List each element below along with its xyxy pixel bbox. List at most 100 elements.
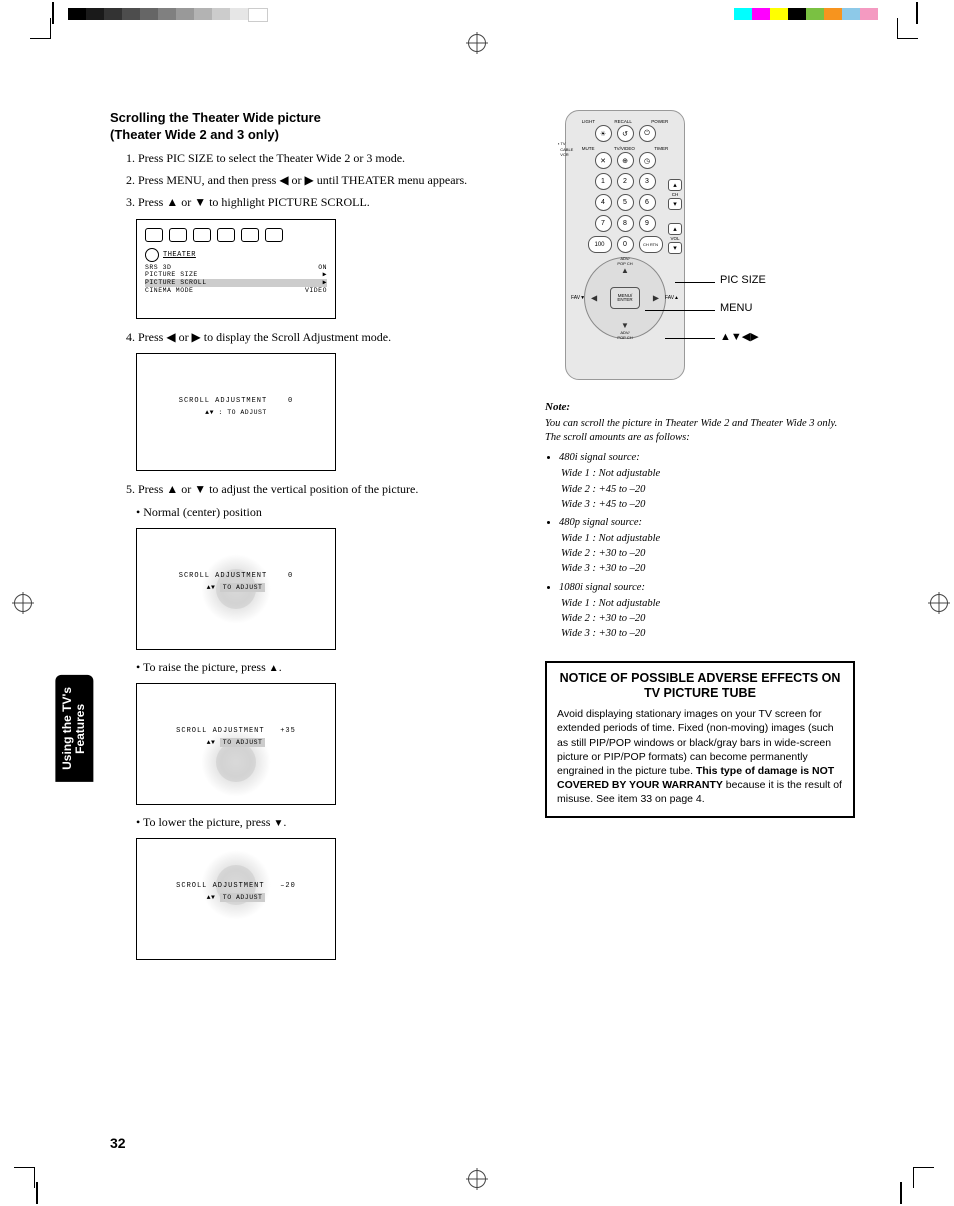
step-1: Press PIC SIZE to select the Theater Wid…	[138, 150, 505, 166]
osd-adjust-label: TO ADJUST	[220, 893, 266, 902]
vbar	[52, 2, 54, 24]
notice-title: NOTICE OF POSSIBLE ADVERSE EFFECTS ON TV…	[547, 663, 853, 707]
note-row: Wide 1 : Not adjustable	[561, 597, 855, 611]
num-0: 0	[617, 236, 634, 253]
crop-mark	[897, 18, 918, 39]
bullet-lower: • To lower the picture, press ▼.	[136, 815, 505, 830]
pointer-line	[645, 310, 715, 311]
osd-scroll-label: SCROLL ADJUSTMENT	[176, 882, 264, 890]
num-7: 7	[595, 215, 612, 232]
pointer-menu: MENU	[720, 302, 752, 314]
osd-adjust-label: TO ADJUST	[220, 738, 266, 747]
arrow-ud-icon: ▲▼	[205, 409, 214, 416]
note-480p: 480p signal source:	[559, 517, 642, 528]
menu-enter-button: MENU/ ENTER	[610, 287, 640, 309]
pointer-picsize: PIC SIZE	[720, 274, 766, 286]
vbar	[900, 1182, 902, 1204]
power-button: ⏻	[639, 125, 656, 142]
note-title: Note:	[545, 400, 855, 415]
note-row: Wide 1 : Not adjustable	[561, 532, 855, 546]
pointer-line	[675, 282, 715, 283]
remote-diagram: ▪ TV CABLE VCR LIGHTRECALLPOWER ☀↺⏻ MUTE…	[565, 110, 685, 380]
tab-line1: Using the TV's	[60, 687, 74, 770]
notice-body: Avoid displaying stationary images on yo…	[547, 707, 853, 816]
osd-cinema: CINEMA MODE	[145, 287, 193, 295]
section-title-1: Scrolling the Theater Wide picture	[110, 110, 505, 125]
page-number: 32	[110, 1135, 126, 1151]
color-bar-left	[68, 8, 268, 20]
arrow-ud-icon: ▲▼	[207, 739, 216, 746]
osd-picsize: PICTURE SIZE	[145, 271, 198, 279]
num-5: 5	[617, 194, 634, 211]
ch-rocker: ▴CH▾	[668, 179, 682, 210]
num-100: 100	[588, 236, 612, 253]
osd-val: +35	[280, 727, 296, 735]
mute-button: ✕	[595, 152, 612, 169]
osd-adjust-label: TO ADJUST	[220, 583, 266, 592]
timer-button: ◷	[639, 152, 656, 169]
num-8: 8	[617, 215, 634, 232]
osd-scroll-35: SCROLL ADJUSTMENT +35 ▲▼ TO ADJUST	[136, 683, 336, 805]
osd-scroll-label: SCROLL ADJUSTMENT	[179, 397, 267, 405]
note-row: Wide 3 : +30 to –20	[561, 562, 855, 576]
osd-val: 0	[288, 572, 293, 580]
step-2: Press MENU, and then press ◀ or ▶ until …	[138, 172, 505, 188]
recall-button: ↺	[617, 125, 634, 142]
osd-scroll-label: SCROLL ADJUSTMENT	[179, 572, 267, 580]
note-480i: 480i signal source:	[559, 452, 640, 463]
dpad: ADV/ POP CH ▲ ▼ ◀ ▶ FAV▼ FAV▲ MENU/ ENTE…	[584, 257, 666, 339]
light-button: ☀	[595, 125, 612, 142]
num-2: 2	[617, 173, 634, 190]
osd-val: 0	[288, 397, 293, 405]
note-1080i: 1080i signal source:	[559, 582, 645, 593]
note-row: Wide 2 : +30 to –20	[561, 612, 855, 626]
num-9: 9	[639, 215, 656, 232]
device-switch: ▪ TV CABLE VCR	[558, 141, 573, 158]
num-4: 4	[595, 194, 612, 211]
step-5: Press ▲ or ▼ to adjust the vertical posi…	[138, 481, 505, 497]
osd-adjust-label: : TO ADJUST	[218, 409, 266, 416]
step-4: Press ◀ or ▶ to display the Scroll Adjus…	[138, 329, 505, 345]
note-row: Wide 3 : +30 to –20	[561, 627, 855, 641]
note-row: Wide 2 : +30 to –20	[561, 547, 855, 561]
note-row: Wide 2 : +45 to –20	[561, 483, 855, 497]
osd-val: –20	[280, 882, 296, 890]
osd-scroll-m20: SCROLL ADJUSTMENT –20 ▲▼ TO ADJUST	[136, 838, 336, 960]
arrow-ud-icon: ▲▼	[207, 584, 216, 591]
crop-mark	[913, 1167, 934, 1188]
osd-picscroll: PICTURE SCROLL	[145, 279, 207, 287]
bullet-normal: • Normal (center) position	[136, 505, 505, 520]
bullet-raise: • To raise the picture, press ▲.	[136, 660, 505, 675]
crop-mark	[30, 18, 51, 39]
osd-theater-menu: THEATER SRS 3D ON PICTURE SIZE ▶ PICTURE S…	[136, 219, 336, 319]
num-1: 1	[595, 173, 612, 190]
vbar	[36, 1182, 38, 1204]
osd-theater-label: THEATER	[163, 251, 196, 259]
registration-mark	[468, 34, 486, 52]
note-row: Wide 3 : +45 to –20	[561, 498, 855, 512]
pointer-line	[665, 338, 715, 339]
registration-mark	[468, 1170, 486, 1188]
tab-line2: Features	[73, 703, 87, 753]
arrow-right-icon: ▶	[323, 279, 327, 287]
note-intro: You can scroll the picture in Theater Wi…	[545, 417, 855, 445]
arrow-right-icon: ▶	[323, 271, 327, 279]
chapter-tab: Using the TV's Features	[55, 675, 93, 782]
osd-srs3d-val: ON	[318, 264, 327, 272]
osd-scroll-label: SCROLL ADJUSTMENT	[176, 727, 264, 735]
tvvideo-button: ⊕	[617, 152, 634, 169]
num-6: 6	[639, 194, 656, 211]
arrow-up-icon: ▲	[269, 663, 279, 674]
vbar	[916, 2, 918, 24]
note-row: Wide 1 : Not adjustable	[561, 467, 855, 481]
note-section: Note: You can scroll the picture in Thea…	[545, 400, 855, 641]
color-bar-right	[734, 8, 878, 20]
step-3: Press ▲ or ▼ to highlight PICTURE SCROLL…	[138, 194, 505, 210]
osd-scroll-0a: SCROLL ADJUSTMENT 0 ▲▼ : TO ADJUST	[136, 353, 336, 471]
arrow-ud-icon: ▲▼	[207, 894, 216, 901]
osd-scroll-0b: SCROLL ADJUSTMENT 0 ▲▼ TO ADJUST	[136, 528, 336, 650]
pointer-arrows: ▲▼◀▶	[720, 330, 759, 343]
osd-srs3d: SRS 3D	[145, 264, 171, 272]
arrow-down-icon: ▼	[273, 818, 283, 829]
vol-rocker: ▴VOL▾	[668, 223, 682, 254]
